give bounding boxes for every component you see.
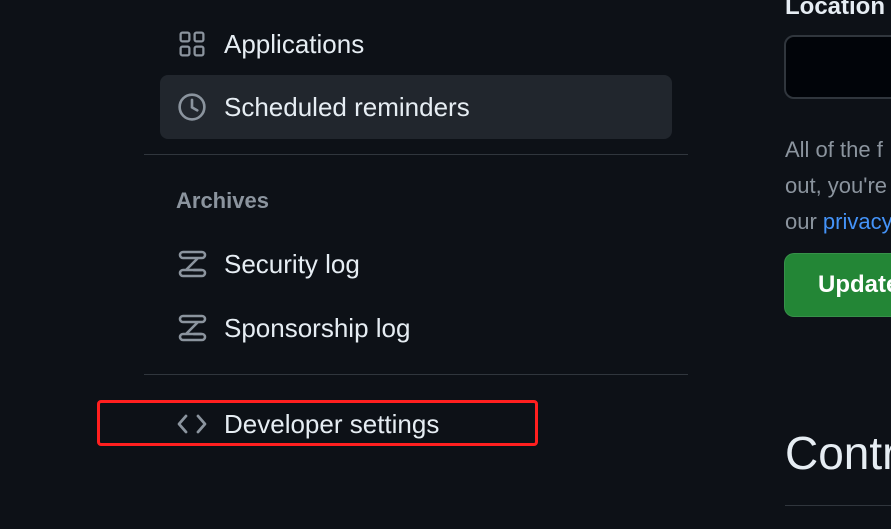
sidebar-item-label: Security log bbox=[224, 248, 360, 279]
privacy-note: All of the f out, you're our privacy bbox=[785, 132, 891, 240]
sidebar-item-developer-settings[interactable]: Developer settings bbox=[160, 392, 672, 456]
sidebar-item-label: Scheduled reminders bbox=[224, 91, 470, 122]
update-profile-button[interactable]: Update bbox=[784, 253, 891, 317]
sidebar-item-label: Developer settings bbox=[224, 408, 440, 439]
sidebar-item-security-log[interactable]: Security log bbox=[160, 232, 672, 296]
archives-heading: Archives bbox=[176, 188, 269, 213]
clock-icon bbox=[176, 91, 208, 123]
log-icon bbox=[176, 312, 208, 344]
heading-divider bbox=[785, 505, 891, 506]
location-label: Location bbox=[785, 0, 885, 20]
privacy-note-prefix: our bbox=[785, 209, 823, 234]
code-icon bbox=[176, 408, 208, 440]
sidebar-item-label: Applications bbox=[224, 28, 365, 59]
settings-page: Applications Scheduled reminders Archive… bbox=[0, 0, 891, 529]
privacy-note-line: All of the f bbox=[785, 137, 883, 162]
privacy-link[interactable]: privacy bbox=[823, 209, 891, 234]
privacy-note-line: out, you're bbox=[785, 173, 888, 198]
sidebar-item-scheduled-reminders[interactable]: Scheduled reminders bbox=[160, 75, 672, 139]
sidebar-item-sponsorship-log[interactable]: Sponsorship log bbox=[160, 296, 672, 360]
sidebar-item-applications[interactable]: Applications bbox=[160, 12, 672, 76]
contributions-heading: Contri bbox=[785, 427, 891, 479]
sidebar-divider bbox=[144, 154, 688, 155]
sidebar-divider bbox=[144, 374, 688, 375]
apps-grid-icon bbox=[176, 28, 208, 60]
privacy-note-line: our privacy bbox=[785, 204, 891, 240]
location-input[interactable] bbox=[784, 35, 891, 99]
log-icon bbox=[176, 248, 208, 280]
sidebar-item-label: Sponsorship log bbox=[224, 312, 411, 343]
